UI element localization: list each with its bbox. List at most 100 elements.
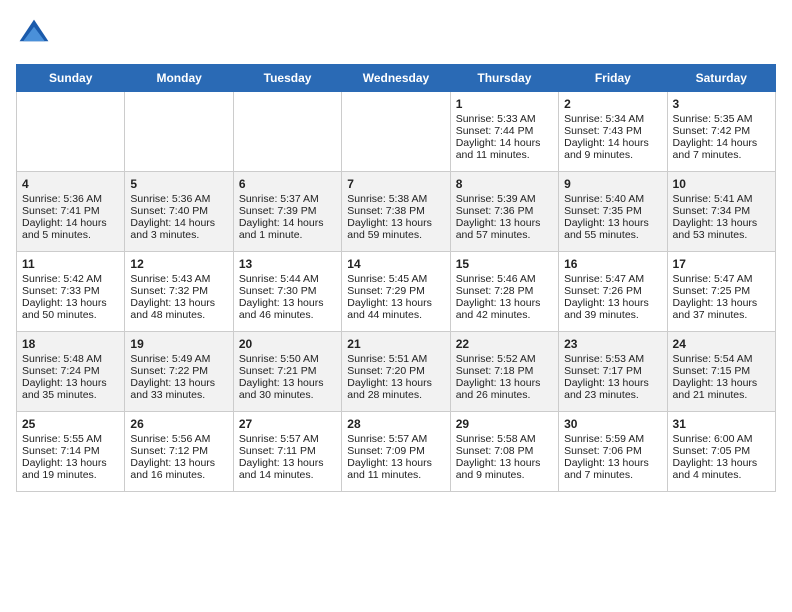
day-info: Daylight: 14 hours <box>564 137 661 149</box>
day-info: Sunset: 7:20 PM <box>347 365 444 377</box>
day-info: Sunrise: 5:45 AM <box>347 273 444 285</box>
calendar-cell: 24Sunrise: 5:54 AMSunset: 7:15 PMDayligh… <box>667 332 775 412</box>
day-info: and 57 minutes. <box>456 229 553 241</box>
day-info: Sunrise: 5:57 AM <box>239 433 336 445</box>
day-info: Sunrise: 5:35 AM <box>673 113 770 125</box>
day-number: 2 <box>564 97 661 111</box>
day-info: Sunset: 7:32 PM <box>130 285 227 297</box>
day-info: and 21 minutes. <box>673 389 770 401</box>
day-number: 11 <box>22 257 119 271</box>
day-number: 20 <box>239 337 336 351</box>
day-number: 17 <box>673 257 770 271</box>
day-info: Sunset: 7:29 PM <box>347 285 444 297</box>
calendar-cell: 1Sunrise: 5:33 AMSunset: 7:44 PMDaylight… <box>450 92 558 172</box>
day-info: Sunrise: 5:38 AM <box>347 193 444 205</box>
day-info: Sunset: 7:25 PM <box>673 285 770 297</box>
day-info: Daylight: 13 hours <box>564 457 661 469</box>
calendar-cell: 31Sunrise: 6:00 AMSunset: 7:05 PMDayligh… <box>667 412 775 492</box>
calendar-cell: 22Sunrise: 5:52 AMSunset: 7:18 PMDayligh… <box>450 332 558 412</box>
calendar-cell: 28Sunrise: 5:57 AMSunset: 7:09 PMDayligh… <box>342 412 450 492</box>
day-info: Daylight: 13 hours <box>239 377 336 389</box>
day-info: Daylight: 13 hours <box>130 297 227 309</box>
calendar-week-row: 1Sunrise: 5:33 AMSunset: 7:44 PMDaylight… <box>17 92 776 172</box>
day-info: Sunrise: 5:47 AM <box>673 273 770 285</box>
day-info: and 46 minutes. <box>239 309 336 321</box>
day-info: and 44 minutes. <box>347 309 444 321</box>
calendar-cell: 6Sunrise: 5:37 AMSunset: 7:39 PMDaylight… <box>233 172 341 252</box>
day-info: Sunset: 7:38 PM <box>347 205 444 217</box>
day-info: Daylight: 13 hours <box>673 217 770 229</box>
day-info: Sunset: 7:17 PM <box>564 365 661 377</box>
calendar-cell: 25Sunrise: 5:55 AMSunset: 7:14 PMDayligh… <box>17 412 125 492</box>
day-info: Sunset: 7:08 PM <box>456 445 553 457</box>
day-number: 4 <box>22 177 119 191</box>
day-info: and 28 minutes. <box>347 389 444 401</box>
day-info: and 1 minute. <box>239 229 336 241</box>
day-number: 29 <box>456 417 553 431</box>
day-info: Sunset: 7:21 PM <box>239 365 336 377</box>
calendar-cell: 9Sunrise: 5:40 AMSunset: 7:35 PMDaylight… <box>559 172 667 252</box>
day-info: Sunset: 7:15 PM <box>673 365 770 377</box>
day-info: Daylight: 13 hours <box>456 217 553 229</box>
day-info: Sunrise: 5:44 AM <box>239 273 336 285</box>
day-info: Sunset: 7:12 PM <box>130 445 227 457</box>
day-header-wednesday: Wednesday <box>342 65 450 92</box>
day-info: and 4 minutes. <box>673 469 770 481</box>
day-number: 1 <box>456 97 553 111</box>
day-number: 13 <box>239 257 336 271</box>
calendar-cell: 12Sunrise: 5:43 AMSunset: 7:32 PMDayligh… <box>125 252 233 332</box>
calendar-week-row: 11Sunrise: 5:42 AMSunset: 7:33 PMDayligh… <box>17 252 776 332</box>
calendar-cell: 4Sunrise: 5:36 AMSunset: 7:41 PMDaylight… <box>17 172 125 252</box>
day-header-friday: Friday <box>559 65 667 92</box>
day-info: Sunrise: 5:51 AM <box>347 353 444 365</box>
day-info: Daylight: 13 hours <box>456 457 553 469</box>
page-header <box>16 16 776 52</box>
calendar-cell: 23Sunrise: 5:53 AMSunset: 7:17 PMDayligh… <box>559 332 667 412</box>
day-info: Sunset: 7:36 PM <box>456 205 553 217</box>
day-info: Sunrise: 5:48 AM <box>22 353 119 365</box>
day-info: Sunset: 7:40 PM <box>130 205 227 217</box>
day-info: Sunset: 7:30 PM <box>239 285 336 297</box>
logo <box>16 16 58 52</box>
day-number: 8 <box>456 177 553 191</box>
day-info: and 37 minutes. <box>673 309 770 321</box>
day-info: Sunset: 7:39 PM <box>239 205 336 217</box>
day-info: Daylight: 14 hours <box>673 137 770 149</box>
calendar-cell: 7Sunrise: 5:38 AMSunset: 7:38 PMDaylight… <box>342 172 450 252</box>
logo-icon <box>16 16 52 52</box>
day-number: 27 <box>239 417 336 431</box>
day-info: Daylight: 13 hours <box>130 457 227 469</box>
calendar-cell: 21Sunrise: 5:51 AMSunset: 7:20 PMDayligh… <box>342 332 450 412</box>
day-info: Sunset: 7:44 PM <box>456 125 553 137</box>
day-info: and 39 minutes. <box>564 309 661 321</box>
calendar-cell: 5Sunrise: 5:36 AMSunset: 7:40 PMDaylight… <box>125 172 233 252</box>
day-info: Sunset: 7:09 PM <box>347 445 444 457</box>
day-info: and 19 minutes. <box>22 469 119 481</box>
calendar-week-row: 4Sunrise: 5:36 AMSunset: 7:41 PMDaylight… <box>17 172 776 252</box>
calendar-cell: 13Sunrise: 5:44 AMSunset: 7:30 PMDayligh… <box>233 252 341 332</box>
calendar-cell <box>17 92 125 172</box>
day-header-monday: Monday <box>125 65 233 92</box>
calendar-cell: 15Sunrise: 5:46 AMSunset: 7:28 PMDayligh… <box>450 252 558 332</box>
calendar-week-row: 25Sunrise: 5:55 AMSunset: 7:14 PMDayligh… <box>17 412 776 492</box>
calendar-cell: 20Sunrise: 5:50 AMSunset: 7:21 PMDayligh… <box>233 332 341 412</box>
day-number: 10 <box>673 177 770 191</box>
calendar-cell: 18Sunrise: 5:48 AMSunset: 7:24 PMDayligh… <box>17 332 125 412</box>
calendar-cell <box>125 92 233 172</box>
day-info: Sunrise: 5:49 AM <box>130 353 227 365</box>
day-info: and 9 minutes. <box>456 469 553 481</box>
calendar-week-row: 18Sunrise: 5:48 AMSunset: 7:24 PMDayligh… <box>17 332 776 412</box>
day-number: 28 <box>347 417 444 431</box>
day-info: Daylight: 13 hours <box>673 377 770 389</box>
day-info: Daylight: 13 hours <box>239 457 336 469</box>
day-header-thursday: Thursday <box>450 65 558 92</box>
day-header-tuesday: Tuesday <box>233 65 341 92</box>
day-info: Sunrise: 5:59 AM <box>564 433 661 445</box>
day-info: and 50 minutes. <box>22 309 119 321</box>
day-info: Sunset: 7:41 PM <box>22 205 119 217</box>
day-info: Daylight: 13 hours <box>564 377 661 389</box>
day-info: and 16 minutes. <box>130 469 227 481</box>
day-number: 5 <box>130 177 227 191</box>
calendar-cell: 17Sunrise: 5:47 AMSunset: 7:25 PMDayligh… <box>667 252 775 332</box>
day-info: Sunrise: 5:39 AM <box>456 193 553 205</box>
